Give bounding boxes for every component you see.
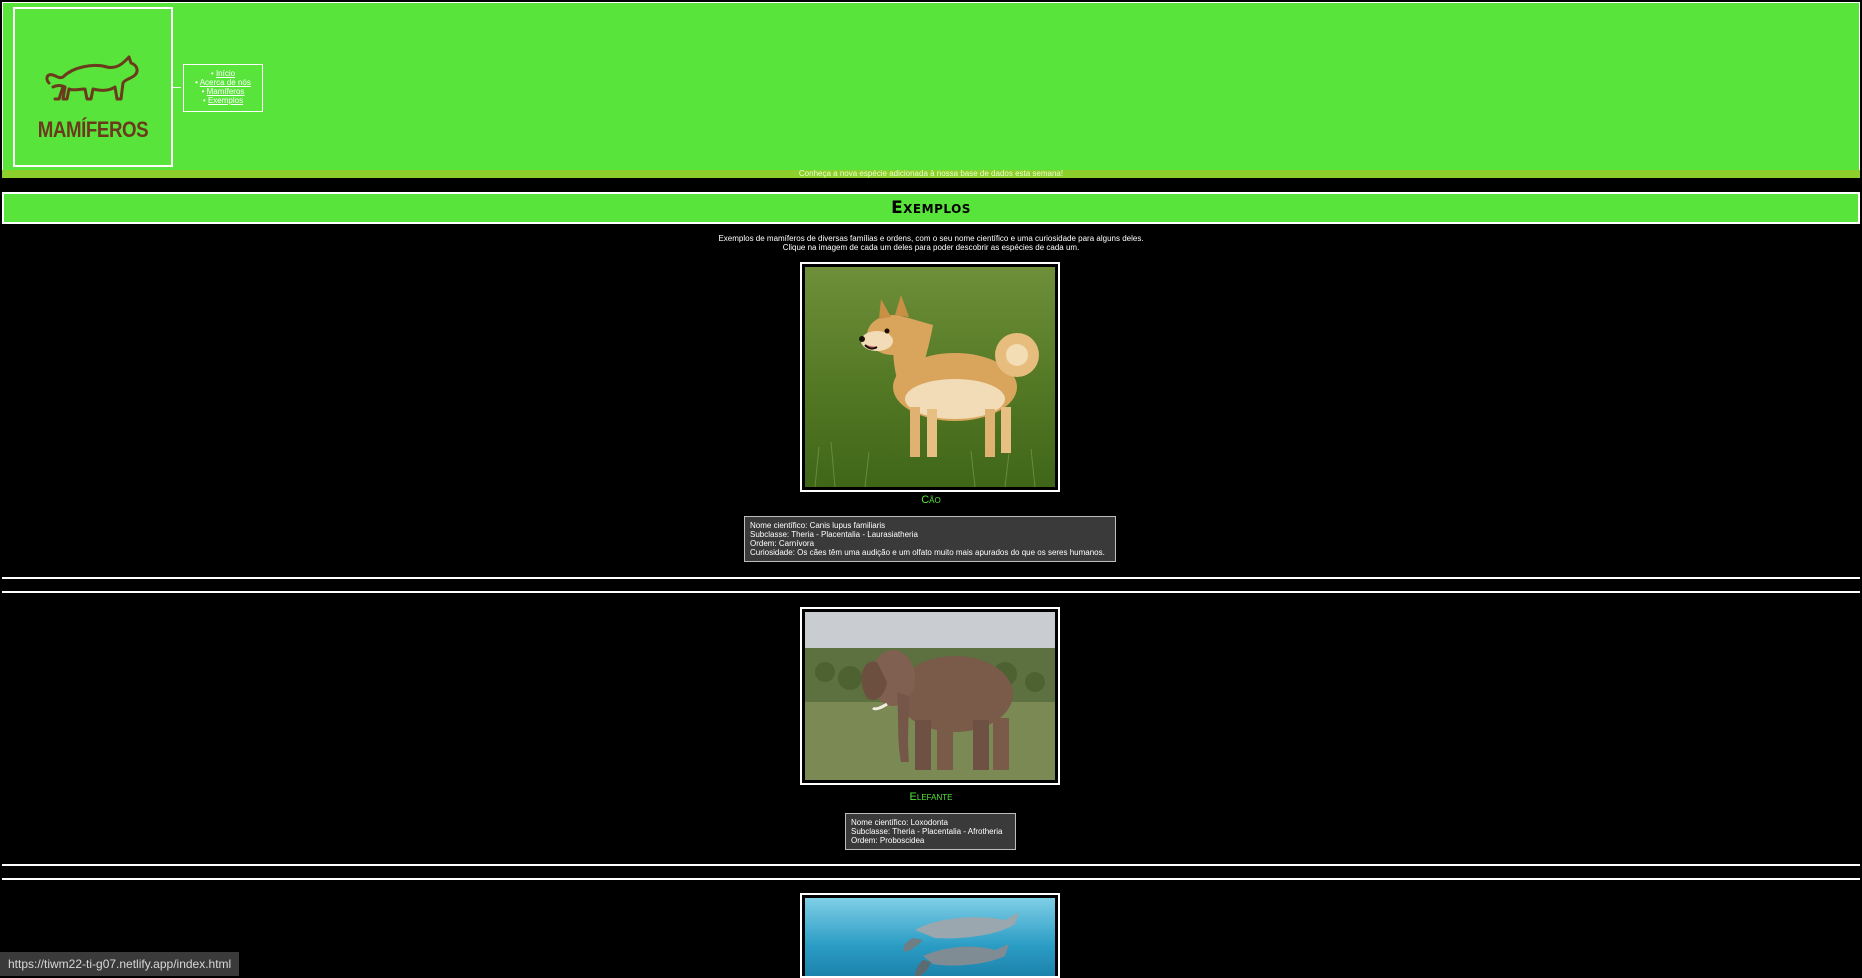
info-subclass: Subclasse: Theria - Placentalia - Afroth… — [851, 827, 1003, 836]
site-logo[interactable]: MAMÍFEROS — [13, 7, 173, 167]
elephant-photo[interactable] — [800, 607, 1060, 785]
separator — [2, 864, 1860, 866]
nav-item-mamiferos: Mamíferos — [184, 87, 262, 96]
info-subclass: Subclasse: Theria - Placentalia - Lauras… — [750, 530, 918, 539]
info-scientific-name: Nome científico: Loxodonta — [851, 818, 948, 827]
section-title-bar: Exemplos — [2, 192, 1860, 224]
nav-item-exemplos: Exemplos — [184, 96, 262, 105]
nav-item-acerca: Acerca de nós — [184, 78, 262, 87]
dog-image — [805, 267, 1055, 487]
intro-line-2: Clique na imagem de cada um deles para p… — [782, 243, 1080, 252]
separator — [2, 878, 1860, 880]
info-order: Ordem: Proboscidea — [851, 836, 925, 845]
nav-link-acerca[interactable]: Acerca de nós — [200, 78, 251, 87]
species-name-elephant: Elefante — [909, 791, 953, 803]
intro-line-1: Exemplos de mamíferos de diversas famíli… — [718, 234, 1144, 243]
dolphin-photo[interactable] — [800, 893, 1060, 978]
separator — [2, 591, 1860, 593]
intro-text: Exemplos de mamíferos de diversas famíli… — [0, 234, 1862, 252]
species-name-dog: Cão — [921, 494, 941, 506]
main-nav: Início Acerca de nós Mamíferos Exemplos — [183, 64, 263, 112]
nav-link-inicio[interactable]: Início — [216, 69, 235, 78]
info-box-dog: Nome científico: Canis lupus familiaris … — [744, 516, 1116, 562]
site-header: MAMÍFEROS Início Acerca de nós Mamíferos… — [2, 2, 1860, 178]
info-order: Ordem: Carnívora — [750, 539, 815, 548]
separator — [2, 577, 1860, 579]
status-bar-url: https://tiwm22-ti-g07.netlify.app/index.… — [0, 952, 240, 976]
nav-link-exemplos[interactable]: Exemplos — [208, 96, 243, 105]
nav-connector — [173, 87, 181, 88]
dog-photo[interactable] — [800, 262, 1060, 492]
ticker-text: Conheça a nova espécie adicionada à noss… — [798, 169, 1064, 178]
logo-text: MAMÍFEROS — [37, 117, 149, 142]
elephant-image — [805, 612, 1055, 780]
info-scientific-name: Nome científico: Canis lupus familiaris — [750, 521, 886, 530]
nav-item-inicio: Início — [184, 69, 262, 78]
nav-link-mamiferos[interactable]: Mamíferos — [207, 87, 245, 96]
info-box-elephant: Nome científico: Loxodonta Subclasse: Th… — [845, 813, 1016, 850]
dolphin-image — [805, 898, 1055, 976]
info-curiosity: Curiosidade: Os cães têm uma audição e u… — [750, 548, 1105, 557]
page-title: Exemplos — [891, 198, 971, 218]
cat-silhouette-icon — [45, 55, 139, 101]
